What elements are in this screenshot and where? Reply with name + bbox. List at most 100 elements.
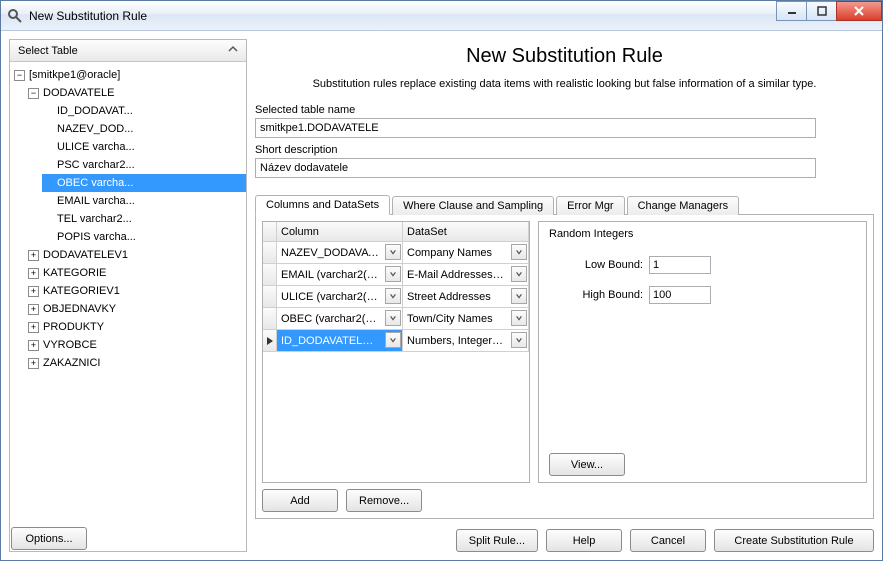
column-cell[interactable]: OBEC (varchar2(16... <box>277 308 403 329</box>
tree-table-label: ZAKAZNICI <box>43 357 100 369</box>
expand-icon[interactable]: + <box>28 286 39 297</box>
column-cell-text: ULICE (varchar2(1... <box>281 291 398 303</box>
dataset-cell[interactable]: Company Names <box>403 242 529 263</box>
expand-icon[interactable]: + <box>28 358 39 369</box>
chevron-down-icon[interactable] <box>385 244 401 260</box>
expand-icon[interactable]: + <box>28 322 39 333</box>
tab[interactable]: Error Mgr <box>556 196 624 215</box>
short-desc-label: Short description <box>255 144 874 156</box>
tree-header[interactable]: Select Table <box>10 40 246 62</box>
column-cell[interactable]: NAZEV_DODAVATE... <box>277 242 403 263</box>
tree-table[interactable]: +OBJEDNAVKY <box>28 300 246 318</box>
chevron-down-icon[interactable] <box>511 310 527 326</box>
chevron-down-icon[interactable] <box>511 288 527 304</box>
short-desc-field[interactable] <box>255 158 816 178</box>
column-cell[interactable]: ULICE (varchar2(1... <box>277 286 403 307</box>
cancel-button[interactable]: Cancel <box>630 529 706 552</box>
dataset-cell-text: Numbers, Integer (... <box>407 335 524 347</box>
dataset-cell[interactable]: Street Addresses <box>403 286 529 307</box>
row-handle[interactable] <box>263 264 277 285</box>
window-title: New Substitution Rule <box>29 9 770 23</box>
low-bound-field[interactable] <box>649 256 711 274</box>
collapse-icon[interactable]: − <box>14 70 25 81</box>
options-button[interactable]: Options... <box>11 527 87 550</box>
dataset-cell[interactable]: Town/City Names <box>403 308 529 329</box>
add-button[interactable]: Add <box>262 489 338 512</box>
help-button[interactable]: Help <box>546 529 622 552</box>
app-window: New Substitution Rule Select Table <box>0 0 883 561</box>
dataset-cell-text: E-Mail Addresses (R... <box>407 269 524 281</box>
tree-column[interactable]: ULICE varcha... <box>42 138 246 156</box>
tab[interactable]: Change Managers <box>627 196 740 215</box>
table-row[interactable]: NAZEV_DODAVATE... Company Names <box>263 242 529 264</box>
table-row[interactable]: ULICE (varchar2(1... Street Addresses <box>263 286 529 308</box>
tree-table[interactable]: + VYROBCE <box>28 336 246 354</box>
tree-column[interactable]: POPIS varcha... <box>42 228 246 246</box>
maximize-button[interactable] <box>806 1 836 21</box>
expand-icon[interactable]: + <box>28 304 39 315</box>
selected-table-field[interactable] <box>255 118 816 138</box>
high-bound-field[interactable] <box>649 286 711 304</box>
table-tree[interactable]: − [smitkpe1@oracle] − DODAVATELE ID_DODA… <box>10 62 246 551</box>
create-rule-button[interactable]: Create Substitution Rule <box>714 529 874 552</box>
tree-table-label: PRODUKTY <box>43 321 104 333</box>
remove-button[interactable]: Remove... <box>346 489 422 512</box>
table-row[interactable]: ID_DODAVATELE (... Numbers, Integer (... <box>263 330 529 352</box>
chevron-down-icon[interactable] <box>385 266 401 282</box>
selected-table-label: Selected table name <box>255 104 874 116</box>
expand-icon[interactable]: + <box>28 250 39 261</box>
column-cell[interactable]: ID_DODAVATELE (... <box>277 330 403 351</box>
tree-table[interactable]: + ZAKAZNICI <box>28 354 246 372</box>
chevron-down-icon[interactable] <box>385 310 401 326</box>
row-handle[interactable] <box>263 286 277 307</box>
column-cell-text: NAZEV_DODAVATE... <box>281 247 398 259</box>
tree-table[interactable]: +DODAVATELEV1 <box>28 246 246 264</box>
dataset-cell[interactable]: Numbers, Integer (... <box>403 330 529 351</box>
tab[interactable]: Where Clause and Sampling <box>392 196 554 215</box>
dataset-cell[interactable]: E-Mail Addresses (R... <box>403 264 529 285</box>
tree-table[interactable]: + PRODUKTY <box>28 318 246 336</box>
tree-column[interactable]: OBEC varcha... <box>42 174 246 192</box>
column-cell[interactable]: EMAIL (varchar2(2... <box>277 264 403 285</box>
split-rule-button[interactable]: Split Rule... <box>456 529 538 552</box>
tree-table-label: VYROBCE <box>43 339 97 351</box>
table-row[interactable]: OBEC (varchar2(16... Town/City Names <box>263 308 529 330</box>
tab-pane-columns: Column DataSet NAZEV_DODAVATE... Company … <box>255 215 874 519</box>
tree-table-dodavatele[interactable]: − DODAVATELE <box>28 84 246 102</box>
row-handle[interactable] <box>263 308 277 329</box>
view-button[interactable]: View... <box>549 453 625 476</box>
expand-icon[interactable]: + <box>28 340 39 351</box>
tree-table-label: KATEGORIE <box>43 267 106 279</box>
expand-icon[interactable]: + <box>28 268 39 279</box>
col-header-column[interactable]: Column <box>277 222 403 241</box>
grid-header: Column DataSet <box>263 222 529 242</box>
row-handle[interactable] <box>263 242 277 263</box>
chevron-down-icon[interactable] <box>511 244 527 260</box>
tree-panel: Select Table − [smitkpe1@oracle] <box>9 39 247 552</box>
dataset-cell-text: Town/City Names <box>407 313 524 325</box>
chevron-down-icon[interactable] <box>511 332 527 348</box>
tab-strip: Columns and DataSetsWhere Clause and Sam… <box>255 194 874 215</box>
params-panel: Random Integers Low Bound: High Bound: V… <box>538 221 867 483</box>
tree-column[interactable]: EMAIL varcha... <box>42 192 246 210</box>
titlebar: New Substitution Rule <box>1 1 882 31</box>
tree-root[interactable]: − [smitkpe1@oracle] <box>14 66 246 84</box>
tree-column[interactable]: PSC varchar2... <box>42 156 246 174</box>
chevron-down-icon[interactable] <box>511 266 527 282</box>
minimize-button[interactable] <box>776 1 806 21</box>
row-handle[interactable] <box>263 330 277 351</box>
col-header-dataset[interactable]: DataSet <box>403 222 529 241</box>
chevron-down-icon[interactable] <box>385 288 401 304</box>
tab[interactable]: Columns and DataSets <box>255 195 390 215</box>
tree-table[interactable]: + KATEGORIE <box>28 264 246 282</box>
tree-column[interactable]: TEL varchar2... <box>42 210 246 228</box>
chevron-down-icon[interactable] <box>385 332 401 348</box>
tree-table[interactable]: +KATEGORIEV1 <box>28 282 246 300</box>
tree-column[interactable]: ID_DODAVAT... <box>42 102 246 120</box>
table-row[interactable]: EMAIL (varchar2(2... E-Mail Addresses (R.… <box>263 264 529 286</box>
tree-column[interactable]: NAZEV_DOD... <box>42 120 246 138</box>
close-button[interactable] <box>836 1 882 21</box>
tree-column-label: EMAIL varcha... <box>57 195 135 207</box>
collapse-icon[interactable]: − <box>28 88 39 99</box>
low-bound-label: Low Bound: <box>565 259 643 271</box>
